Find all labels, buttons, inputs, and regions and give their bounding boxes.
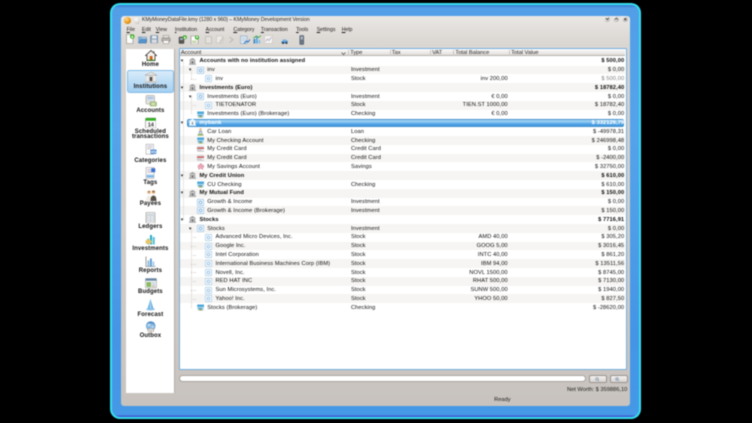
svg-text:14: 14	[147, 122, 154, 128]
